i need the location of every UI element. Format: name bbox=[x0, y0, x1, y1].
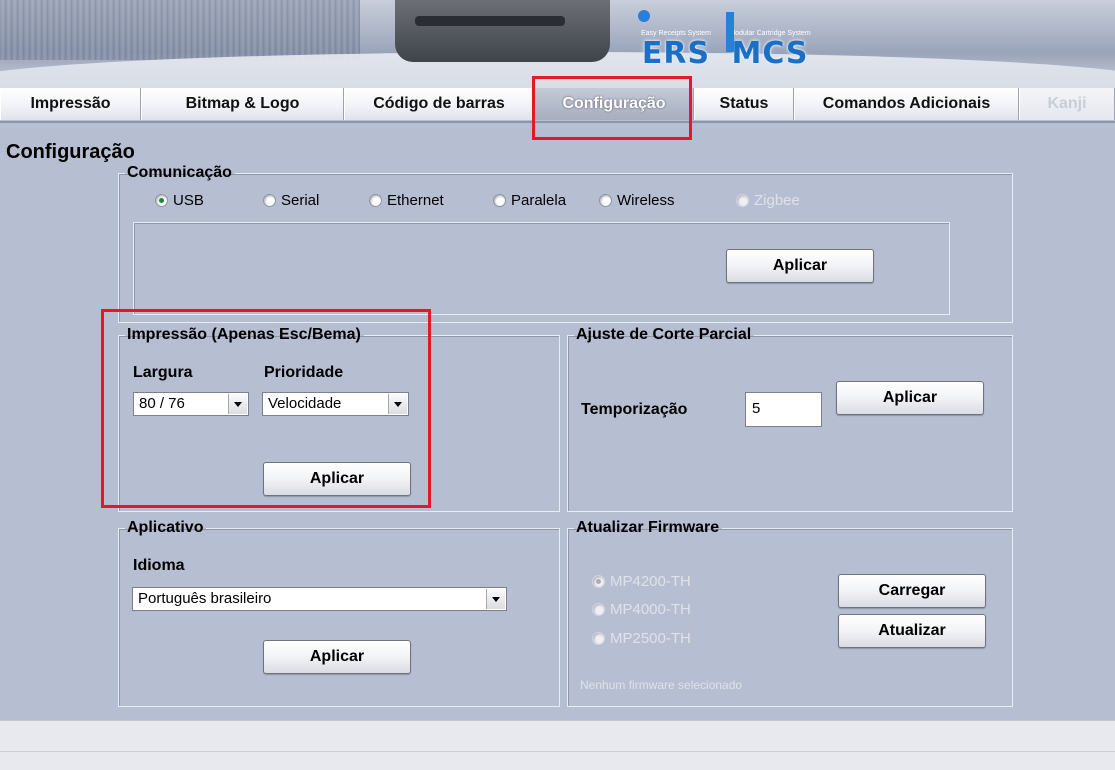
firmware-status-note: Nenhum firmware selecionado bbox=[580, 678, 743, 692]
header-banner: Easy Receipts System ERS Modular Cartrid… bbox=[0, 0, 1115, 88]
radio-zigbee: Zigbee bbox=[736, 192, 800, 209]
page-title: Configuração bbox=[6, 141, 135, 163]
firmware-legend: Atualizar Firmware bbox=[576, 519, 720, 536]
chevron-down-icon bbox=[388, 394, 407, 414]
radio-ethernet-label: Ethernet bbox=[387, 192, 444, 209]
largura-label: Largura bbox=[133, 364, 193, 381]
tab-impressao[interactable]: Impressão bbox=[0, 88, 141, 120]
radio-usb[interactable]: USB bbox=[155, 192, 204, 209]
tab-codigo-de-barras[interactable]: Código de barras bbox=[344, 88, 534, 120]
impressao-apply-button[interactable]: Aplicar bbox=[263, 462, 411, 496]
tab-bar: Impressão Bitmap & Logo Código de barras… bbox=[0, 88, 1115, 123]
ers-logo: Easy Receipts System ERS bbox=[636, 8, 716, 70]
idioma-select[interactable]: Português brasileiro bbox=[132, 587, 507, 611]
radio-ethernet[interactable]: Ethernet bbox=[369, 192, 444, 209]
radio-unchecked-icon bbox=[369, 194, 382, 207]
tab-status[interactable]: Status bbox=[694, 88, 794, 120]
idioma-value: Português brasileiro bbox=[138, 590, 272, 607]
comunicacao-legend: Comunicação bbox=[127, 164, 232, 181]
atualizar-button[interactable]: Atualizar bbox=[838, 614, 986, 648]
status-bar bbox=[0, 720, 1115, 770]
largura-select[interactable]: 80 / 76 bbox=[133, 392, 249, 416]
prioridade-value: Velocidade bbox=[268, 395, 342, 412]
tab-kanji[interactable]: Kanji bbox=[1019, 88, 1115, 120]
radio-disabled-icon bbox=[592, 603, 605, 616]
radio-mp2500: MP2500-TH bbox=[592, 630, 691, 647]
mp2500-label: MP2500-TH bbox=[610, 630, 691, 647]
chevron-down-icon bbox=[228, 394, 247, 414]
temporizacao-label: Temporização bbox=[581, 401, 688, 418]
prioridade-select[interactable]: Velocidade bbox=[262, 392, 409, 416]
tab-configuracao[interactable]: Configuração bbox=[534, 88, 694, 120]
banner-stripe-graphic bbox=[0, 0, 360, 60]
radio-paralela[interactable]: Paralela bbox=[493, 192, 566, 209]
radio-zigbee-label: Zigbee bbox=[754, 192, 800, 209]
radio-paralela-label: Paralela bbox=[511, 192, 567, 209]
radio-unchecked-icon bbox=[263, 194, 276, 207]
radio-disabled-checked-icon bbox=[592, 575, 605, 588]
prioridade-label: Prioridade bbox=[264, 364, 344, 381]
impressao-legend: Impressão (Apenas Esc/Bema) bbox=[127, 326, 361, 343]
corte-legend: Ajuste de Corte Parcial bbox=[576, 326, 752, 343]
mp4000-label: MP4000-TH bbox=[610, 601, 691, 618]
radio-wireless-label: Wireless bbox=[617, 192, 675, 209]
aplicativo-legend: Aplicativo bbox=[127, 519, 204, 536]
radio-checked-icon bbox=[155, 194, 168, 207]
radio-unchecked-icon bbox=[493, 194, 506, 207]
largura-value: 80 / 76 bbox=[139, 395, 185, 412]
aplicativo-group: Aplicativo bbox=[118, 519, 560, 707]
tab-comandos-adicionais[interactable]: Comandos Adicionais bbox=[794, 88, 1019, 120]
idioma-label: Idioma bbox=[133, 557, 185, 574]
aplicativo-apply-button[interactable]: Aplicar bbox=[263, 640, 411, 674]
radio-serial[interactable]: Serial bbox=[263, 192, 319, 209]
ers-logo-text: ERS bbox=[641, 36, 711, 71]
temporizacao-input[interactable]: 5 bbox=[745, 392, 822, 427]
radio-usb-label: USB bbox=[173, 192, 204, 209]
printer-image bbox=[395, 0, 610, 62]
radio-disabled-icon bbox=[736, 194, 749, 207]
mcs-logo: Modular Cartridge System MCS bbox=[724, 8, 816, 70]
chevron-down-icon bbox=[486, 589, 505, 609]
radio-mp4200: MP4200-TH bbox=[592, 573, 691, 590]
carregar-button[interactable]: Carregar bbox=[838, 574, 986, 608]
mp4200-label: MP4200-TH bbox=[610, 573, 691, 590]
mcs-logo-text: MCS bbox=[731, 36, 809, 71]
radio-disabled-icon bbox=[592, 632, 605, 645]
comunicacao-apply-button[interactable]: Aplicar bbox=[726, 249, 874, 283]
radio-unchecked-icon bbox=[599, 194, 612, 207]
corte-apply-button[interactable]: Aplicar bbox=[836, 381, 984, 415]
tab-bitmap-logo[interactable]: Bitmap & Logo bbox=[141, 88, 344, 120]
radio-wireless[interactable]: Wireless bbox=[599, 192, 675, 209]
radio-serial-label: Serial bbox=[281, 192, 320, 209]
radio-mp4000: MP4000-TH bbox=[592, 601, 691, 618]
